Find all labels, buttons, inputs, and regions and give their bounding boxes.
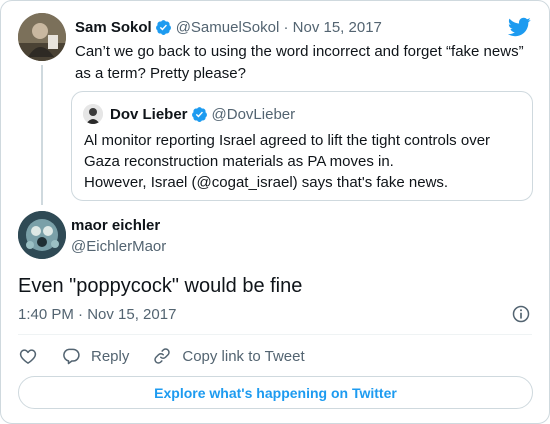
author-name[interactable]: Sam Sokol xyxy=(75,19,152,36)
twitter-logo-icon[interactable] xyxy=(507,15,531,39)
tweet-embed-card: Sam Sokol @SamuelSokol · Nov 15, 2017 Ca… xyxy=(0,0,550,424)
tweet-text: Even "poppycock" would be fine xyxy=(18,275,303,297)
quoted-handle: @DovLieber xyxy=(211,105,296,123)
avatar-image xyxy=(18,211,66,259)
info-icon[interactable] xyxy=(511,304,531,324)
like-button[interactable] xyxy=(18,346,38,366)
parent-tweet-header: Sam Sokol @SamuelSokol · Nov 15, 2017 xyxy=(75,17,382,37)
divider xyxy=(18,334,532,335)
avatar xyxy=(83,104,103,124)
copy-link-button[interactable]: Copy link to Tweet xyxy=(152,346,305,366)
author-handle[interactable]: @EichlerMaor xyxy=(71,238,166,255)
verified-icon xyxy=(155,19,171,35)
quoted-tweet-text: Al monitor reporting Israel agreed to li… xyxy=(84,130,524,193)
quoted-text-line: However, Israel (@cogat_israel) says tha… xyxy=(84,174,449,191)
avatar[interactable] xyxy=(18,13,66,61)
link-icon xyxy=(154,348,171,364)
quoted-tweet[interactable]: Dov Lieber @DovLieber Al monitor reporti… xyxy=(71,91,533,201)
avatar-image xyxy=(83,104,103,124)
heart-icon xyxy=(19,349,37,364)
reply-button[interactable]: Reply xyxy=(61,346,129,366)
avatar-image xyxy=(18,13,66,61)
avatar[interactable] xyxy=(18,211,66,259)
reply-icon xyxy=(63,348,80,365)
quoted-text-line: Al monitor reporting Israel agreed to li… xyxy=(84,132,491,149)
quoted-tweet-header: Dov Lieber @DovLieber xyxy=(110,103,295,125)
copy-link-label: Copy link to Tweet xyxy=(182,347,305,365)
handle-and-date[interactable]: @SamuelSokol · Nov 15, 2017 xyxy=(176,19,382,36)
author-name: Dov Lieber xyxy=(110,105,188,123)
tweet-timestamp[interactable]: 1:40 PM · Nov 15, 2017 xyxy=(18,306,176,323)
reply-label: Reply xyxy=(91,347,130,365)
author-name[interactable]: maor eichler xyxy=(71,217,160,234)
thread-line xyxy=(41,65,43,205)
quoted-text-line: Gaza reconstruction materials as PA move… xyxy=(84,153,394,170)
parent-tweet-text: Can’t we go back to using the word incor… xyxy=(75,43,524,82)
tweet-actions: Reply Copy link to Tweet xyxy=(18,344,328,368)
explore-twitter-button[interactable]: Explore what's happening on Twitter xyxy=(18,376,533,409)
verified-icon xyxy=(191,106,207,122)
